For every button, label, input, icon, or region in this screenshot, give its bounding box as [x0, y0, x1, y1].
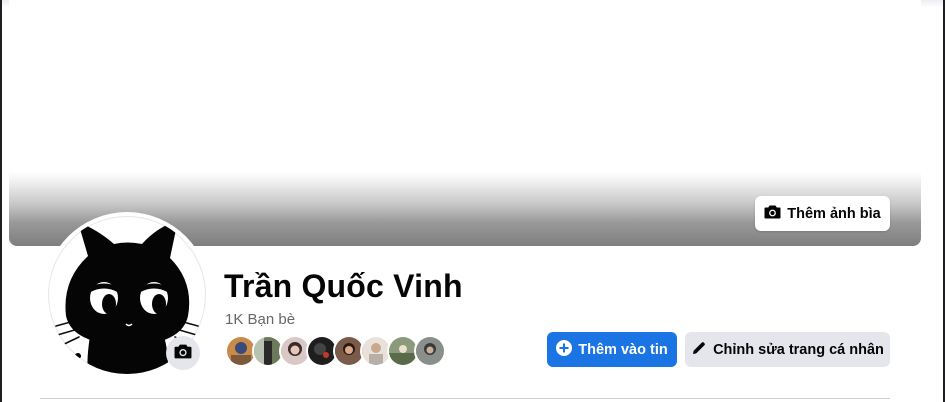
profile-divider [40, 398, 890, 399]
pencil-icon [691, 340, 707, 360]
add-to-story-button[interactable]: Thêm vào tin [547, 332, 677, 367]
add-cover-photo-label: Thêm ảnh bìa [787, 205, 881, 222]
plus-circle-icon [556, 339, 573, 360]
camera-icon [174, 343, 192, 364]
friends-count[interactable]: 1K Bạn bè [225, 311, 295, 328]
edit-profile-button[interactable]: Chỉnh sửa trang cá nhân [685, 332, 890, 367]
profile-name: Trần Quốc Vinh [224, 268, 463, 304]
edit-profile-label: Chỉnh sửa trang cá nhân [713, 341, 884, 358]
update-profile-picture-button[interactable] [166, 336, 200, 370]
add-cover-photo-button[interactable]: Thêm ảnh bìa [755, 196, 890, 231]
friend-avatar[interactable] [414, 335, 446, 367]
window-border-left [0, 0, 2, 402]
add-to-story-label: Thêm vào tin [578, 341, 668, 358]
camera-icon [764, 204, 781, 223]
